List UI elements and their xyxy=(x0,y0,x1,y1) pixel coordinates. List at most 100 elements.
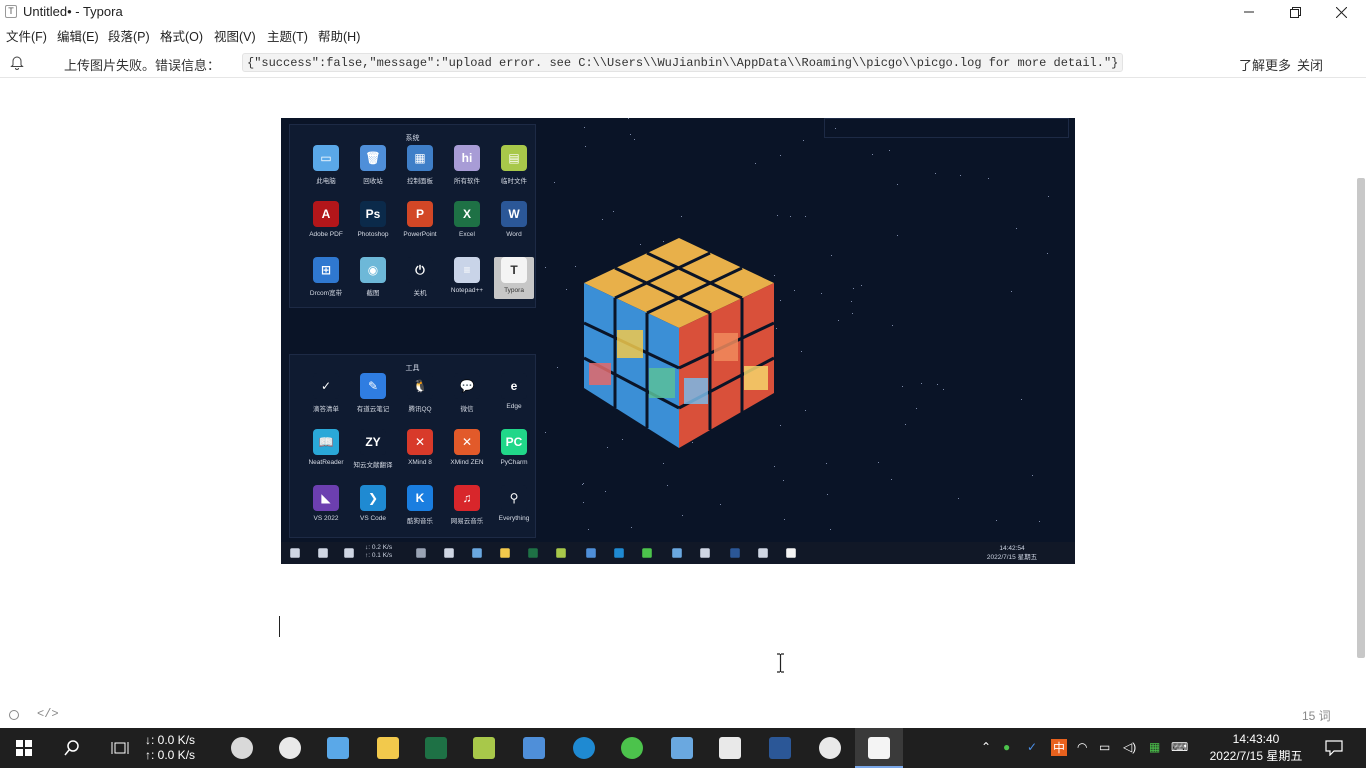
desktop-shortcut-group2-5[interactable]: 📖 NeatReader xyxy=(306,429,346,466)
desktop-shortcut-group1-12[interactable]: ⏻ 关机 xyxy=(400,257,440,297)
shortcut-label: Notepad++ xyxy=(450,287,484,294)
desktop-shortcut-group1-1[interactable]: 🗑 回收站 xyxy=(353,145,393,185)
desktop-shortcut-group2-6[interactable]: ZY 知云文献翻译 xyxy=(353,429,393,469)
menu-format[interactable]: 格式(O) xyxy=(160,26,203,45)
desktop-shortcut-group2-0[interactable]: ✓ 滴答清单 xyxy=(306,373,346,413)
volume-icon[interactable]: ◁) xyxy=(1123,740,1136,754)
minimize-button[interactable] xyxy=(1226,0,1272,24)
taskbar-app-button[interactable] xyxy=(412,728,460,768)
taskbar-app-button[interactable] xyxy=(855,728,903,768)
star xyxy=(631,527,633,529)
desktop-shortcut-group2-1[interactable]: ✎ 有道云笔记 xyxy=(353,373,393,413)
tools-group-title: 工具 xyxy=(405,365,420,372)
shortcut-icon: K xyxy=(407,485,433,511)
learn-more-link[interactable]: 了解更多 xyxy=(1239,55,1291,74)
app-tray-icon[interactable]: ▦ xyxy=(1149,740,1160,754)
desktop-shortcut-group1-11[interactable]: ◉ 截图 xyxy=(353,257,393,297)
taskbar-app-button[interactable] xyxy=(806,728,854,768)
taskbar-app-button[interactable] xyxy=(266,728,314,768)
desktop-shortcut-group2-9[interactable]: PC PyCharm xyxy=(494,429,534,466)
taskbar-app-button[interactable] xyxy=(658,728,706,768)
maximize-button[interactable] xyxy=(1272,0,1318,24)
taskbar-app-button[interactable] xyxy=(560,728,608,768)
show-hidden-icons[interactable]: ⌃ xyxy=(981,740,991,754)
start-button[interactable] xyxy=(0,728,48,768)
desktop-shortcut-group1-7[interactable]: P PowerPoint xyxy=(400,201,440,238)
close-button[interactable] xyxy=(1318,0,1364,24)
desktop-shortcut-group2-14[interactable]: ⚲ Everything xyxy=(494,485,534,522)
wechat-tray-icon[interactable]: ● xyxy=(1003,740,1010,754)
top-right-widget xyxy=(824,118,1069,138)
wifi-icon[interactable]: ◠ xyxy=(1077,740,1087,754)
desktop-shortcut-group1-0[interactable]: ▭ 此电脑 xyxy=(306,145,346,185)
search-icon xyxy=(64,740,79,756)
taskbar-app-button[interactable] xyxy=(510,728,558,768)
menu-theme[interactable]: 主题(T) xyxy=(267,26,308,45)
desktop-shortcut-group1-3[interactable]: hi 所有软件 xyxy=(447,145,487,185)
desktop-shortcut-group1-10[interactable]: ⊞ Drcom宽带 xyxy=(306,257,346,297)
desktop-shortcut-group1-8[interactable]: X Excel xyxy=(447,201,487,238)
taskbar-app-button[interactable] xyxy=(608,728,656,768)
taskbar-app-button[interactable] xyxy=(218,728,266,768)
action-center-button[interactable] xyxy=(1310,728,1358,768)
star xyxy=(779,155,781,157)
taskbar-app-button[interactable] xyxy=(364,728,412,768)
ime-indicator[interactable]: 中 xyxy=(1051,739,1068,756)
desktop-shortcut-group1-9[interactable]: W Word xyxy=(494,201,534,238)
shortcut-label: 截图 xyxy=(366,290,380,297)
screenshot-date: 2022/7/15 星期五 xyxy=(986,554,1038,561)
menu-view[interactable]: 视图(V) xyxy=(214,26,256,45)
taskbar-app-button[interactable] xyxy=(460,728,508,768)
star xyxy=(871,153,873,155)
this-pc-icon xyxy=(327,737,349,759)
desktop-shortcut-group1-4[interactable]: ▤ 临时文件 xyxy=(494,145,534,185)
taskbar-clock[interactable]: 14:43:40 2022/7/15 星期五 xyxy=(1206,731,1306,765)
screenshot-taskbar-app-icon xyxy=(642,548,652,558)
battery-icon[interactable]: ▭ xyxy=(1099,740,1110,754)
minimize-icon xyxy=(1244,11,1254,13)
menu-help[interactable]: 帮助(H) xyxy=(318,26,360,45)
desktop-shortcut-group2-7[interactable]: ✕ XMind 8 xyxy=(400,429,440,466)
desktop-shortcut-group2-8[interactable]: ✕ XMind ZEN xyxy=(447,429,487,466)
menu-paragraph[interactable]: 段落(P) xyxy=(108,26,150,45)
desktop-shortcut-group2-12[interactable]: K 酷狗音乐 xyxy=(400,485,440,525)
embedded-desktop-screenshot[interactable]: 系统 ▭ 此电脑 🗑 回收站 ▦ 控制面板 hi 所有软件 ▤ 临时文件 A Adobe PDF Ps P… xyxy=(281,118,1075,564)
desktop-shortcut-group1-2[interactable]: ▦ 控制面板 xyxy=(400,145,440,185)
windows-taskbar: ↓: 0.0 K/s ↑: 0.0 K/s ⌃ ● ✓ 中 ◠ ▭ ◁) ▦ ⌨… xyxy=(0,728,1366,768)
desktop-shortcut-group2-2[interactable]: 🐧 腾讯QQ xyxy=(400,373,440,413)
keyboard-icon[interactable]: ⌨ xyxy=(1171,740,1188,754)
screenshot-taskbar-app-icon xyxy=(786,548,796,558)
shortcut-icon: ▭ xyxy=(313,145,339,171)
desktop-shortcut-group2-11[interactable]: ❯ VS Code xyxy=(353,485,393,522)
screenshot-taskbar-app-icon xyxy=(758,548,768,558)
star xyxy=(1032,475,1034,477)
ticktick-tray-icon[interactable]: ✓ xyxy=(1027,740,1037,754)
desktop-shortcut-group1-6[interactable]: Ps Photoshop xyxy=(353,201,393,238)
star xyxy=(995,519,997,521)
shortcut-label: 知云文献翻译 xyxy=(353,462,393,469)
taskbar-app-button[interactable] xyxy=(314,728,362,768)
shortcut-label: Excel xyxy=(459,231,475,238)
menu-file[interactable]: 文件(F) xyxy=(6,26,47,45)
source-code-toggle[interactable]: </> xyxy=(37,707,59,721)
search-button[interactable] xyxy=(48,728,96,768)
restore-icon xyxy=(1289,6,1301,18)
shortcut-icon: A xyxy=(313,201,339,227)
word-count[interactable]: 15 词 xyxy=(1302,707,1331,724)
outline-toggle-icon[interactable] xyxy=(9,710,19,720)
desktop-shortcut-group2-3[interactable]: 💬 微信 xyxy=(447,373,487,413)
shortcut-icon: ◣ xyxy=(313,485,339,511)
editor-scrollbar[interactable] xyxy=(1357,178,1365,658)
notice-close-link[interactable]: 关闭 xyxy=(1297,55,1323,74)
taskbar-app-button[interactable] xyxy=(706,728,754,768)
task-view-button[interactable] xyxy=(96,728,144,768)
desktop-shortcut-group2-4[interactable]: e Edge xyxy=(494,373,534,410)
desktop-shortcut-group1-13[interactable]: ≡ Notepad++ xyxy=(447,257,487,294)
desktop-shortcut-group1-5[interactable]: A Adobe PDF xyxy=(306,201,346,238)
desktop-shortcut-group1-14[interactable]: T Typora xyxy=(494,257,534,299)
menu-edit[interactable]: 编辑(E) xyxy=(57,26,99,45)
shortcut-icon: ♫ xyxy=(454,485,480,511)
taskbar-app-button[interactable] xyxy=(756,728,804,768)
desktop-shortcut-group2-10[interactable]: ◣ VS 2022 xyxy=(306,485,346,522)
desktop-shortcut-group2-13[interactable]: ♫ 网易云音乐 xyxy=(447,485,487,525)
